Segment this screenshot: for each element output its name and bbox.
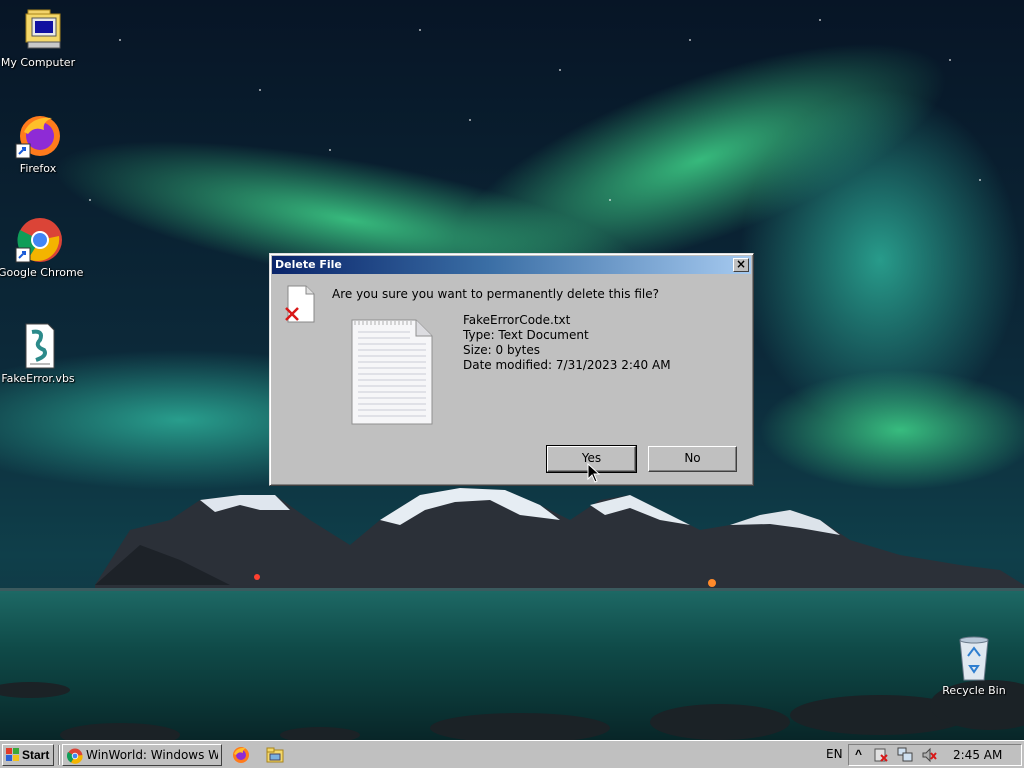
taskbar-button-label: WinWorld: Windows Whi... xyxy=(86,748,218,762)
file-info: FakeErrorCode.txt Type: Text Document Si… xyxy=(463,313,671,373)
start-button[interactable]: Start xyxy=(2,744,54,766)
recycle-bin-icon xyxy=(950,634,998,682)
language-indicator[interactable]: EN xyxy=(826,747,843,761)
desktop-icon-label: Firefox xyxy=(19,162,57,175)
start-label: Start xyxy=(22,748,50,762)
desktop-icon-label: FakeError.vbs xyxy=(1,372,75,385)
firefox-icon xyxy=(14,112,62,160)
desktop-icon-firefox[interactable]: Firefox xyxy=(0,112,78,175)
network-disconnected-icon[interactable] xyxy=(873,747,889,766)
desktop-icon-label: Google Chrome xyxy=(0,266,84,279)
desktop-icon-google-chrome[interactable]: Google Chrome xyxy=(0,216,84,279)
confirm-question: Are you sure you want to permanently del… xyxy=(332,287,659,301)
network-computers-icon[interactable] xyxy=(897,747,913,766)
desktop-icon-label: My Computer xyxy=(0,56,76,69)
taskbar: Start WinWorld: Windows Whi... EN xyxy=(0,740,1024,768)
file-name: FakeErrorCode.txt xyxy=(463,313,571,327)
close-button[interactable]: × xyxy=(733,258,749,272)
desktop-icon-label: Recycle Bin xyxy=(942,684,1006,697)
system-tray: ^ 2:45 AM xyxy=(848,744,1022,766)
tray-expand-chevron-icon[interactable]: ^ xyxy=(855,747,862,761)
taskbar-button-chrome-window[interactable]: WinWorld: Windows Whi... xyxy=(62,744,222,766)
quicklaunch-firefox-icon[interactable] xyxy=(232,746,250,767)
taskbar-clock[interactable]: 2:45 AM xyxy=(953,748,1002,762)
my-computer-icon xyxy=(14,6,62,54)
quicklaunch-explorer-icon[interactable] xyxy=(266,746,284,767)
chrome-icon xyxy=(14,216,62,264)
taskbar-divider xyxy=(58,745,60,765)
desktop-icon-my-computer[interactable]: My Computer xyxy=(0,6,78,69)
delete-file-icon xyxy=(282,284,318,327)
text-document-icon xyxy=(350,318,434,429)
volume-muted-icon[interactable] xyxy=(921,747,937,766)
file-size: Size: 0 bytes xyxy=(463,343,540,357)
dialog-titlebar[interactable]: Delete File × xyxy=(272,256,751,274)
file-type: Type: Text Document xyxy=(463,328,589,342)
delete-file-dialog: Delete File × Are you sure you want to p… xyxy=(269,253,754,486)
dialog-title: Delete File xyxy=(275,258,342,271)
chrome-icon xyxy=(66,748,83,767)
windows-logo-icon xyxy=(6,748,20,765)
vbs-script-icon xyxy=(14,322,62,370)
desktop-icon-recycle-bin[interactable]: Recycle Bin xyxy=(934,634,1014,697)
mouse-cursor-icon xyxy=(587,462,601,486)
desktop-icon-fakeerror-vbs[interactable]: FakeError.vbs xyxy=(0,322,78,385)
file-date-modified: Date modified: 7/31/2023 2:40 AM xyxy=(463,358,671,372)
no-button[interactable]: No xyxy=(648,446,737,472)
